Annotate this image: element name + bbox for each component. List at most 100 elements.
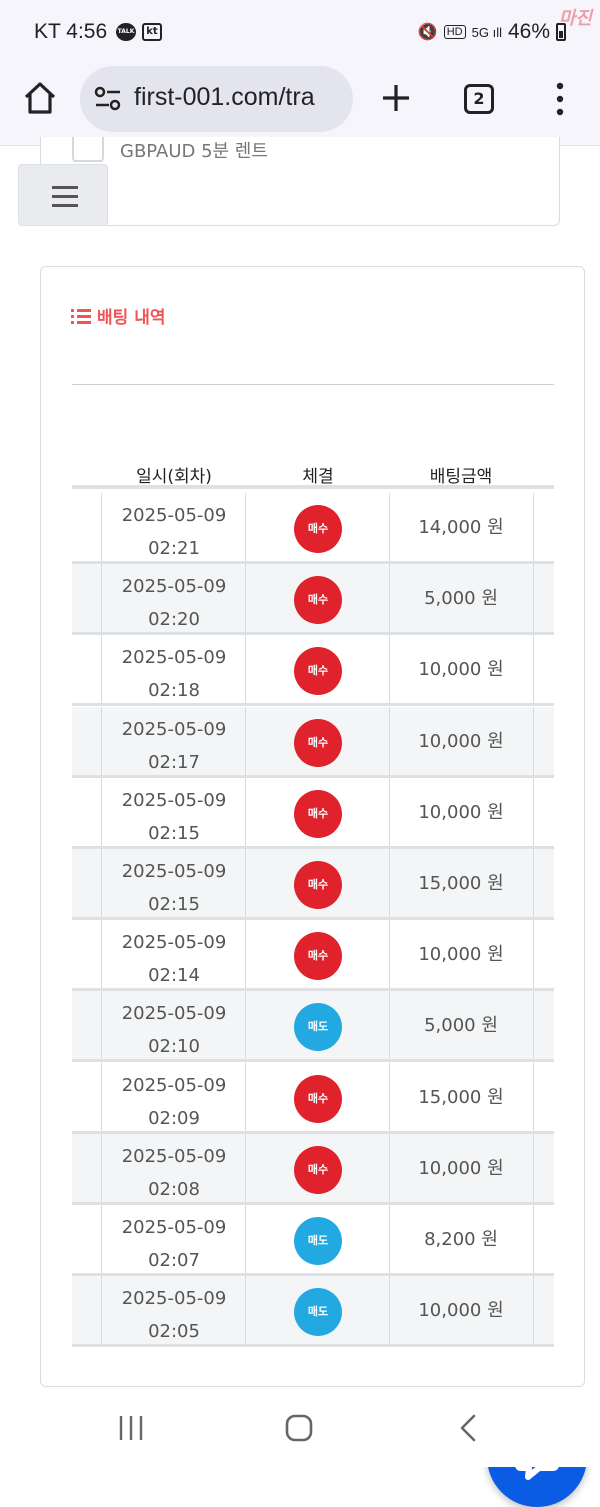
cell-separator (533, 991, 534, 1060)
row-datetime: 2025-05-09 02:09 (102, 1069, 246, 1135)
row-amount: 5,000 원 (424, 1015, 498, 1037)
table-row: 2025-05-09 02:21 매수 14,000 원 (72, 493, 554, 564)
table-row: 2025-05-09 02:15 매수 10,000 원 (72, 777, 554, 850)
site-settings-icon[interactable] (94, 86, 122, 112)
row-datetime: 2025-05-09 02:21 (102, 499, 246, 565)
bet-history-table: 일시(회차) 체결 배팅금액 2025-05-09 02:21 매수 14,000 원… (72, 453, 554, 1355)
row-datetime: 2025-05-09 02:14 (102, 926, 246, 992)
cell-separator (533, 564, 534, 633)
row-date: 2025-05-09 (121, 1003, 227, 1025)
row-amount: 8,200 원 (424, 1229, 498, 1250)
hamburger-line (52, 186, 78, 189)
table-row: 2025-05-09 02:07 매도 8,200 원 (72, 1205, 554, 1276)
row-time: 02:17 (148, 751, 200, 773)
more-menu-icon[interactable] (548, 82, 572, 116)
buy-badge: 매수 (294, 718, 342, 767)
table-row: 2025-05-09 02:20 매수 5,000 원 (72, 564, 554, 636)
row-time: 02:07 (148, 1250, 200, 1271)
new-tab-icon[interactable] (380, 82, 412, 114)
row-datetime: 2025-05-09 02:20 (102, 570, 246, 636)
page-content: GBPAUD 5분 렌트 배팅 내역 일시(회차) 체결 배팅금액 2025-0… (0, 137, 600, 1507)
bet-history-card: 배팅 내역 일시(회차) 체결 배팅금액 2025-05-09 02:21 매수 14… (40, 266, 585, 1387)
table-row: 2025-05-09 02:18 매수 10,000 원 (72, 635, 554, 707)
row-datetime: 2025-05-09 02:18 (102, 641, 246, 707)
back-icon[interactable] (457, 1414, 479, 1442)
buy-badge: 매수 (294, 861, 342, 909)
hamburger-menu-button[interactable] (18, 164, 108, 226)
row-time: 02:20 (148, 609, 200, 631)
table-row: 2025-05-09 02:10 매도 5,000 원 (72, 991, 554, 1063)
row-datetime: 2025-05-09 02:05 (102, 1282, 246, 1348)
table-row: 2025-05-09 02:08 매수 10,000 원 (72, 1133, 554, 1206)
table-header: 일시(회차) 체결 배팅금액 (72, 453, 554, 489)
row-amount: 10,000 원 (418, 801, 504, 823)
row-date: 2025-05-09 (121, 718, 227, 740)
cell-separator (533, 706, 534, 775)
buy-badge: 매수 (294, 1145, 342, 1194)
row-date: 2025-05-09 (121, 932, 227, 954)
buy-badge: 매수 (294, 576, 342, 625)
row-date: 2025-05-09 (121, 505, 227, 526)
row-date: 2025-05-09 (121, 1217, 227, 1238)
cell-separator (533, 849, 534, 917)
home-icon[interactable] (22, 80, 58, 116)
recent-apps-icon[interactable] (118, 1415, 144, 1441)
row-time: 02:21 (148, 538, 200, 559)
row-time: 02:15 (148, 822, 200, 844)
tab-switcher-button[interactable]: 2 (464, 84, 494, 114)
row-date: 2025-05-09 (121, 789, 227, 811)
table-row: 2025-05-09 02:17 매수 10,000 원 (72, 706, 554, 779)
buy-badge: 매수 (294, 505, 342, 553)
sell-badge: 매도 (294, 1003, 342, 1052)
bet-history-title: 배팅 내역 (71, 303, 165, 328)
column-header-datetime: 일시(회차) (136, 467, 212, 487)
cell-separator (533, 920, 534, 989)
divider (72, 384, 554, 385)
row-date: 2025-05-09 (121, 1288, 227, 1310)
row-datetime: 2025-05-09 02:15 (102, 855, 246, 921)
row-amount: 10,000 원 (418, 730, 504, 752)
row-date: 2025-05-09 (121, 861, 227, 882)
row-amount: 5,000 원 (424, 588, 498, 610)
column-header-execution: 체결 (302, 467, 334, 487)
row-date: 2025-05-09 (121, 1074, 227, 1096)
bet-history-title-text: 배팅 내역 (97, 308, 166, 328)
sell-badge: 매도 (294, 1217, 342, 1265)
home-nav-icon[interactable] (285, 1414, 313, 1442)
row-datetime: 2025-05-09 02:07 (102, 1211, 246, 1277)
row-amount: 10,000 원 (418, 1157, 504, 1179)
row-amount: 10,000 원 (418, 1300, 504, 1322)
row-date: 2025-05-09 (121, 1145, 227, 1167)
sell-badge: 매도 (294, 1288, 342, 1337)
url-text: first-001.com/tra (134, 83, 315, 111)
option-label: GBPAUD 5분 렌트 (120, 141, 268, 162)
row-datetime: 2025-05-09 02:08 (102, 1140, 246, 1206)
option-card: GBPAUD 5분 렌트 (40, 137, 560, 226)
signal-icon: 5G ıll (471, 24, 502, 40)
table-row: 2025-05-09 02:15 매수 15,000 원 (72, 849, 554, 920)
row-time: 02:15 (148, 894, 200, 915)
kakaotalk-icon: TALK (116, 23, 136, 41)
hamburger-line (52, 204, 78, 207)
mute-icon: 🔇 (417, 24, 438, 41)
hd-icon: HD (443, 25, 466, 39)
row-datetime: 2025-05-09 02:17 (102, 713, 246, 779)
cell-separator (533, 635, 534, 704)
browser-toolbar: first-001.com/tra 2 (0, 66, 600, 146)
status-right: 🔇 HD 5G ıll 46% (418, 20, 566, 44)
row-amount: 10,000 원 (418, 659, 504, 681)
list-icon (71, 308, 91, 324)
row-time: 02:10 (148, 1036, 200, 1058)
option-checkbox[interactable] (72, 137, 104, 162)
row-date: 2025-05-09 (121, 647, 227, 669)
cell-separator (533, 1276, 534, 1345)
table-row: 2025-05-09 02:14 매수 10,000 원 (72, 920, 554, 992)
cell-separator (533, 493, 534, 561)
system-nav-bar (0, 1387, 600, 1467)
row-datetime: 2025-05-09 02:15 (102, 784, 246, 850)
buy-badge: 매수 (294, 789, 342, 838)
address-bar[interactable]: first-001.com/tra (80, 66, 353, 132)
row-date: 2025-05-09 (121, 576, 227, 598)
cell-separator (533, 1062, 534, 1131)
row-time: 02:14 (148, 965, 200, 987)
